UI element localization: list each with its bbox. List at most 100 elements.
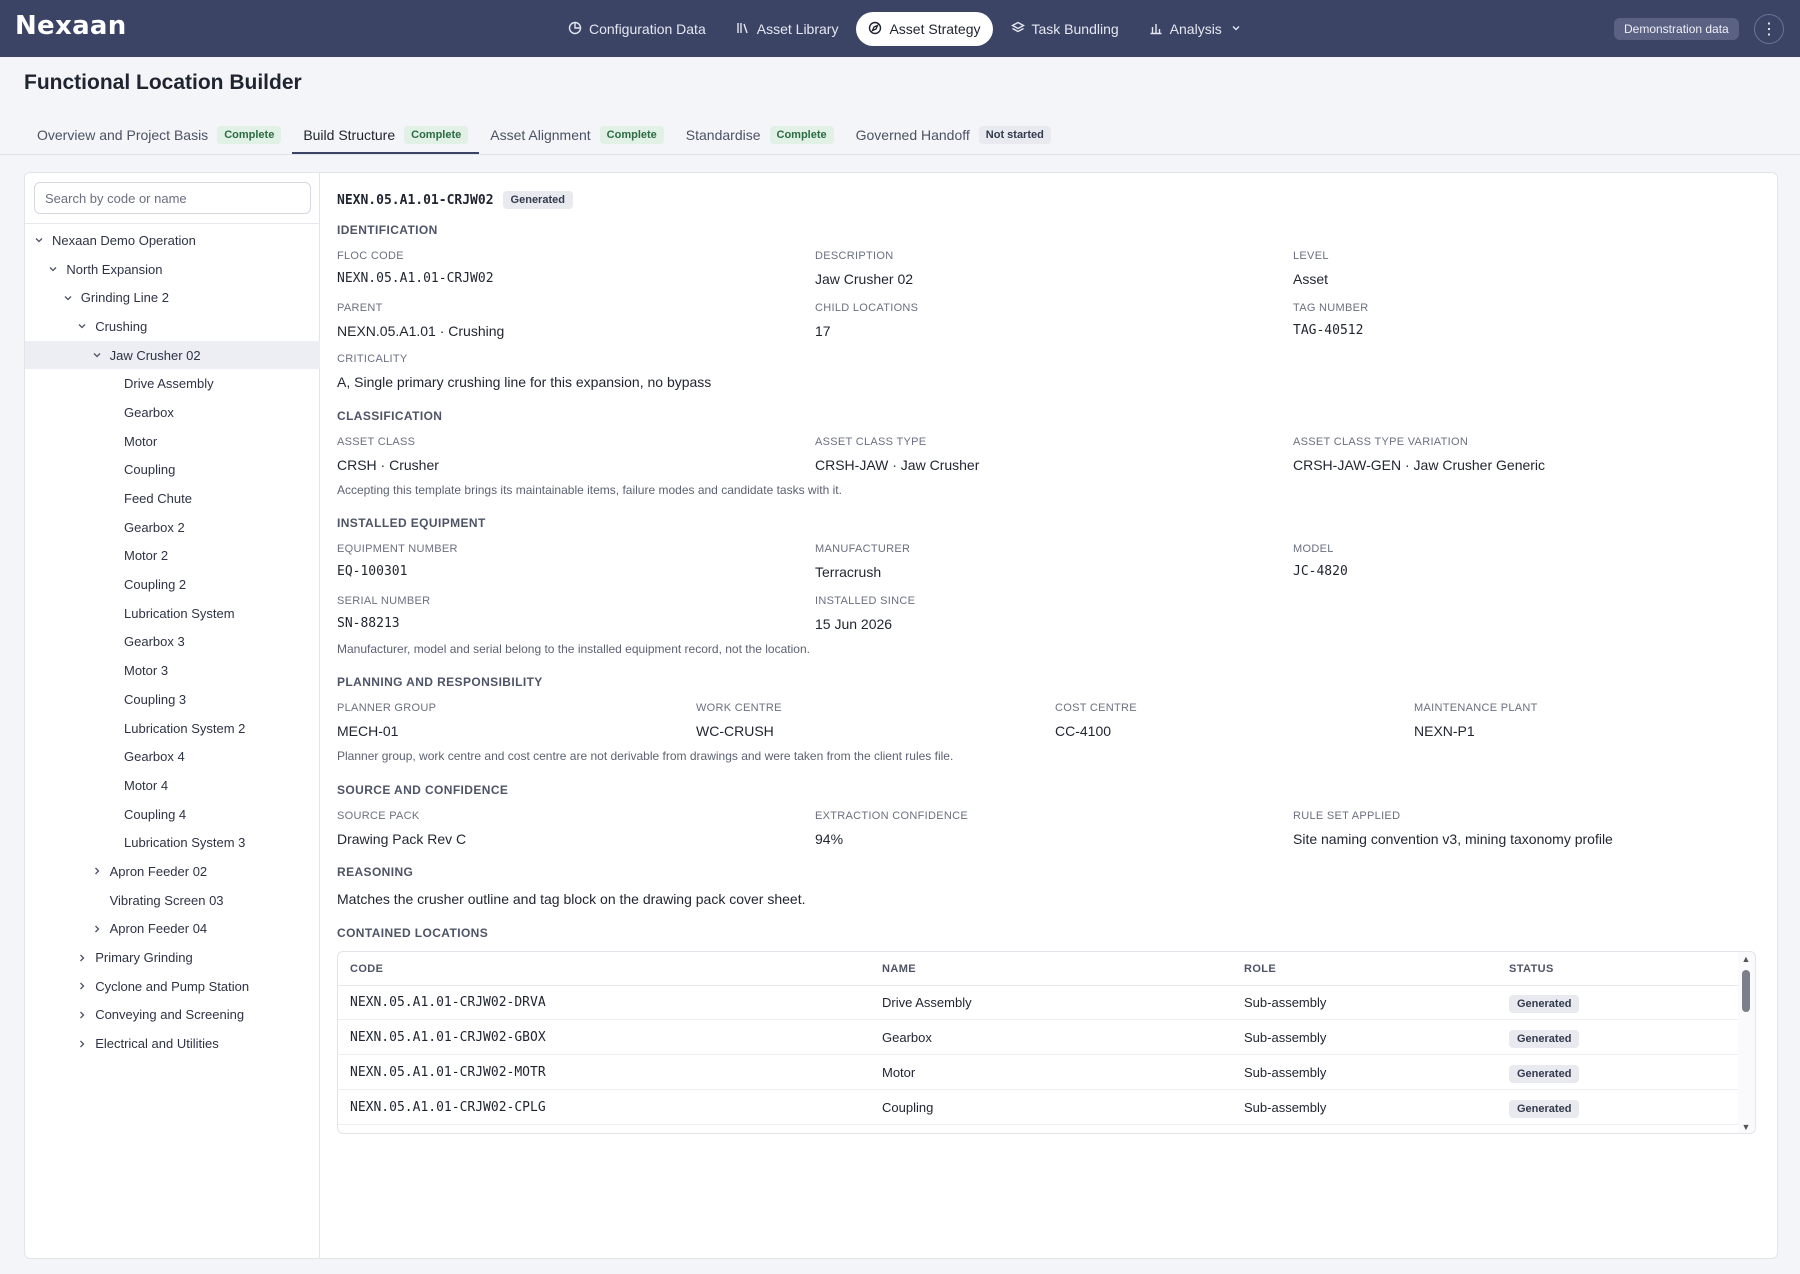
tree-item[interactable]: North Expansion [25, 255, 320, 284]
field-label: CRITICALITY [337, 353, 408, 365]
field-label: WORK CENTRE [696, 702, 782, 714]
tree-item[interactable]: Motor [25, 427, 320, 456]
kebab-icon: ⋮ [1761, 21, 1777, 38]
table-row[interactable]: NEXN.05.A1.01-CRJW02-MOTR Motor Sub-asse… [338, 1056, 1738, 1090]
chevron-down-icon[interactable] [33, 234, 45, 246]
table-row[interactable]: NEXN.05.A1.01-CRJW02-GBOX Gearbox Sub-as… [338, 1021, 1738, 1055]
chevron-right-icon[interactable] [76, 980, 88, 992]
planning-note: Planner group, work centre and cost cent… [337, 749, 954, 763]
scroll-down-icon[interactable]: ▼ [1741, 1122, 1751, 1132]
asset-class-value: CRSH · Crusher [337, 457, 439, 473]
tree-item[interactable]: Coupling 4 [25, 800, 320, 829]
tree-item[interactable]: Coupling 2 [25, 570, 320, 599]
source-pack-value: Drawing Pack Rev C [337, 831, 467, 847]
chevron-right-icon[interactable] [91, 865, 103, 877]
tree-item[interactable]: Crushing [25, 312, 320, 341]
tree-item[interactable]: Electrical and Utilities [25, 1029, 320, 1058]
detail-header: NEXN.05.A1.01-CRJW02 Generated [337, 191, 573, 209]
tab-build-structure[interactable]: Build Structure Complete [292, 116, 480, 154]
tree-item[interactable]: Coupling [25, 456, 320, 485]
tree-item[interactable]: Lubrication System [25, 599, 320, 628]
tree-item-label: Gearbox [124, 404, 174, 420]
library-icon [736, 21, 750, 38]
nav-configuration-data[interactable]: Configuration Data [556, 12, 718, 46]
divider [25, 223, 320, 224]
nav-asset-library[interactable]: Asset Library [724, 12, 851, 46]
tree-item-label: Coupling 3 [124, 691, 187, 707]
tree-item[interactable]: Vibrating Screen 03 [25, 886, 320, 915]
demo-data-badge: Demonstration data [1614, 18, 1739, 40]
layers-icon [1010, 21, 1025, 38]
field-label: CHILD LOCATIONS [815, 302, 919, 314]
tree-item[interactable]: Drive Assembly [25, 369, 320, 398]
tree-item-label: Coupling 4 [124, 806, 187, 822]
tree-item[interactable]: Gearbox 4 [25, 742, 320, 771]
chevron-down-icon[interactable] [76, 320, 88, 332]
chevron-right-icon[interactable] [76, 1038, 88, 1050]
tab-label: Overview and Project Basis [37, 127, 209, 143]
chevron-down-icon[interactable] [47, 263, 59, 275]
tree-item[interactable]: Lubrication System 3 [25, 828, 320, 857]
tab-standardise[interactable]: Standardise Complete [675, 116, 845, 154]
nav-analysis[interactable]: Analysis [1137, 12, 1255, 46]
tab-asset-alignment[interactable]: Asset Alignment Complete [479, 116, 675, 154]
chevron-right-icon[interactable] [91, 923, 103, 935]
scroll-up-icon[interactable]: ▲ [1741, 954, 1751, 964]
step-tabs: Overview and Project Basis Complete Buil… [26, 116, 1062, 154]
chevron-right-icon[interactable] [76, 952, 88, 964]
cell-role: Sub-assembly [1244, 1065, 1327, 1080]
tree-item-label: Primary Grinding [95, 950, 193, 966]
tree-item[interactable]: Apron Feeder 04 [25, 915, 320, 944]
child-locations-value: 17 [815, 323, 831, 339]
brand-logo[interactable]: Nexaan [15, 11, 127, 41]
tree-item-label: Electrical and Utilities [95, 1036, 219, 1052]
tree-item[interactable]: Cyclone and Pump Station [25, 972, 320, 1001]
criticality-value: A, Single primary crushing line for this… [337, 374, 712, 390]
cell-code: NEXN.05.A1.01-CRJW02-CPLG [350, 1100, 546, 1115]
tree-item-label: Motor 3 [124, 663, 169, 679]
tree-item[interactable]: Grinding Line 2 [25, 283, 320, 312]
work-centre-value: WC-CRUSH [696, 723, 774, 739]
chevron-right-icon[interactable] [76, 1009, 88, 1021]
divider [0, 154, 1800, 155]
tree-item-label: Lubrication System [124, 605, 235, 621]
search-input[interactable] [34, 182, 311, 214]
tree-item[interactable]: Conveying and Screening [25, 1001, 320, 1030]
tab-governed-handoff[interactable]: Governed Handoff Not started [845, 116, 1062, 154]
status-badge: Generated [1509, 1065, 1580, 1083]
table-row[interactable]: NEXN.05.A1.01-CRJW02-DRVA Drive Assembly… [338, 986, 1738, 1020]
chevron-down-icon[interactable] [62, 292, 74, 304]
tree-item[interactable]: Primary Grinding [25, 943, 320, 972]
tab-overview[interactable]: Overview and Project Basis Complete [26, 116, 292, 154]
tree-item[interactable]: Motor 4 [25, 771, 320, 800]
tree-item[interactable]: Nexaan Demo Operation [25, 226, 320, 255]
reasoning-text: Matches the crusher outline and tag bloc… [337, 891, 806, 907]
nav-asset-strategy[interactable]: Asset Strategy [856, 12, 993, 46]
tree-item[interactable]: Jaw Crusher 02 [25, 340, 320, 370]
tree-item-label: North Expansion [66, 261, 163, 277]
field-label: RULE SET APPLIED [1293, 810, 1401, 822]
tree-item[interactable]: Lubrication System 2 [25, 714, 320, 743]
table-row[interactable]: NEXN.05.A1.01-CRJW02-CPLG Coupling Sub-a… [338, 1091, 1738, 1125]
tree-item[interactable]: Motor 3 [25, 656, 320, 685]
tree-item[interactable]: Motor 2 [25, 542, 320, 571]
status-badge: Generated [1509, 995, 1580, 1013]
tree-item[interactable]: Coupling 3 [25, 685, 320, 714]
nav-task-bundling[interactable]: Task Bundling [999, 12, 1131, 46]
location-detail: NEXN.05.A1.01-CRJW02 Generated IDENTIFIC… [337, 173, 1767, 1258]
tree-item[interactable]: Gearbox 3 [25, 628, 320, 657]
tree-item[interactable]: Gearbox 2 [25, 513, 320, 542]
tree-item[interactable]: Gearbox [25, 398, 320, 427]
chevron-down-icon[interactable] [91, 349, 103, 361]
tree-item-label: Coupling 2 [124, 577, 187, 593]
tree-item[interactable]: Feed Chute [25, 484, 320, 513]
tree-item[interactable]: Apron Feeder 02 [25, 857, 320, 886]
more-menu-button[interactable]: ⋮ [1754, 14, 1784, 44]
scrollbar-thumb[interactable] [1742, 970, 1750, 1012]
